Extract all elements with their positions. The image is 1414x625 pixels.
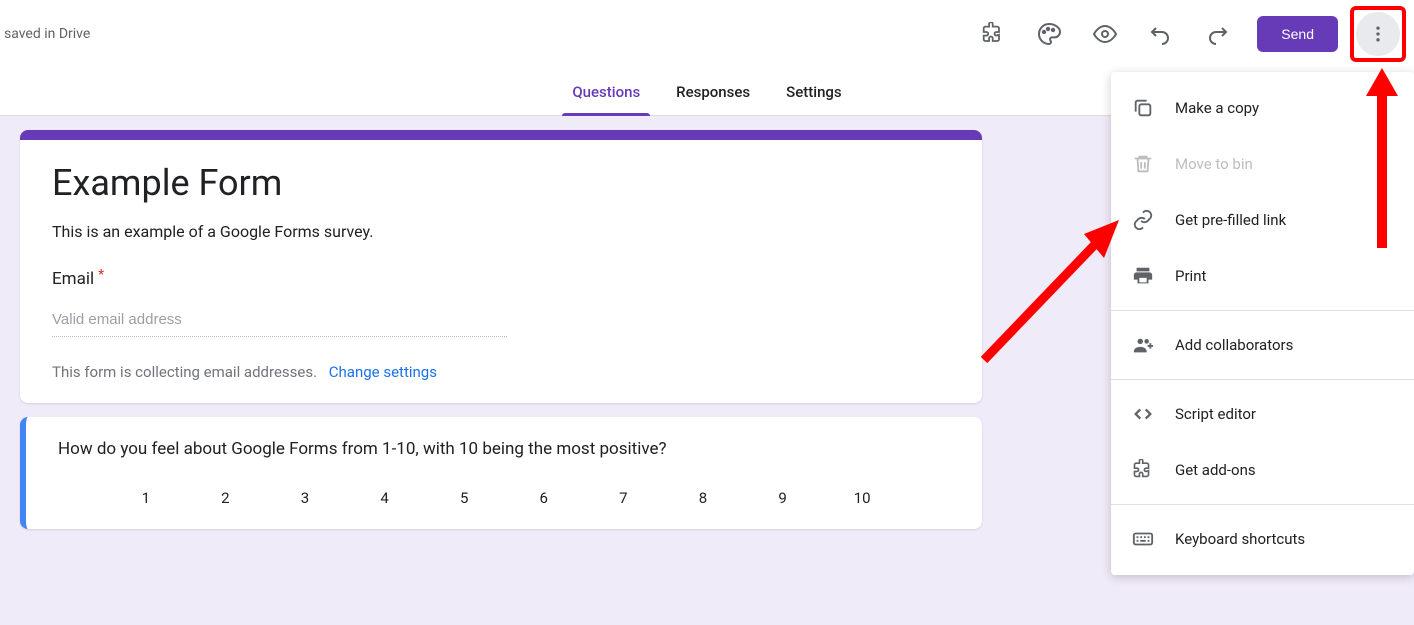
form-description[interactable]: This is an example of a Google Forms sur… <box>52 222 950 241</box>
scale-8[interactable]: 8 <box>683 489 723 507</box>
collect-email-text: This form is collecting email addresses. <box>52 363 317 381</box>
scale-7[interactable]: 7 <box>603 489 643 507</box>
scale-row: 1 2 3 4 5 6 7 8 9 10 <box>58 489 950 507</box>
undo-icon[interactable] <box>1137 10 1185 58</box>
email-input[interactable] <box>52 307 507 337</box>
menu-add-collaborators[interactable]: Add collaborators <box>1111 317 1414 373</box>
app-header: saved in Drive Send <box>0 0 1414 68</box>
menu-print[interactable]: Print <box>1111 248 1414 304</box>
send-button[interactable]: Send <box>1257 16 1338 52</box>
link-icon <box>1131 208 1155 232</box>
menu-label: Move to bin <box>1175 155 1253 173</box>
form-header-card[interactable]: Example Form This is an example of a Goo… <box>20 130 982 403</box>
palette-icon[interactable] <box>1025 10 1073 58</box>
scale-3[interactable]: 3 <box>285 489 325 507</box>
scale-4[interactable]: 4 <box>365 489 405 507</box>
required-indicator: * <box>98 267 104 283</box>
more-button-highlight <box>1350 6 1406 62</box>
menu-label: Make a copy <box>1175 99 1259 117</box>
menu-divider <box>1111 310 1414 311</box>
scale-10[interactable]: 10 <box>842 489 882 507</box>
menu-get-addons[interactable]: Get add-ons <box>1111 442 1414 498</box>
question-text[interactable]: How do you feel about Google Forms from … <box>58 439 950 459</box>
print-icon <box>1131 264 1155 288</box>
annotation-arrow-to-menu <box>974 200 1134 370</box>
header-actions: Send <box>969 6 1406 62</box>
keyboard-icon <box>1131 527 1155 551</box>
menu-divider <box>1111 504 1414 505</box>
menu-label: Keyboard shortcuts <box>1175 530 1305 548</box>
menu-label: Add collaborators <box>1175 336 1293 354</box>
question-card[interactable]: How do you feel about Google Forms from … <box>20 417 982 529</box>
menu-script-editor[interactable]: Script editor <box>1111 386 1414 442</box>
addons-icon[interactable] <box>969 10 1017 58</box>
tab-questions[interactable]: Questions <box>554 68 658 115</box>
scale-1[interactable]: 1 <box>126 489 166 507</box>
trash-icon <box>1131 152 1155 176</box>
menu-label: Get pre-filled link <box>1175 211 1286 229</box>
copy-icon <box>1131 96 1155 120</box>
scale-2[interactable]: 2 <box>205 489 245 507</box>
menu-label: Script editor <box>1175 405 1256 423</box>
email-label-text: Email <box>52 269 94 289</box>
preview-icon[interactable] <box>1081 10 1129 58</box>
menu-keyboard-shortcuts[interactable]: Keyboard shortcuts <box>1111 511 1414 567</box>
script-icon <box>1131 402 1155 426</box>
email-label: Email * <box>52 269 950 289</box>
menu-label: Get add-ons <box>1175 461 1256 479</box>
annotation-arrow-to-button <box>1362 68 1402 248</box>
change-settings-link[interactable]: Change settings <box>329 363 437 381</box>
menu-label: Print <box>1175 267 1206 285</box>
scale-6[interactable]: 6 <box>524 489 564 507</box>
add-collab-icon <box>1131 333 1155 357</box>
scale-5[interactable]: 5 <box>444 489 484 507</box>
tab-responses[interactable]: Responses <box>658 68 768 115</box>
redo-icon[interactable] <box>1193 10 1241 58</box>
more-options-button[interactable] <box>1356 12 1400 56</box>
addon-icon <box>1131 458 1155 482</box>
collect-email-info: This form is collecting email addresses.… <box>52 363 950 381</box>
form-title[interactable]: Example Form <box>52 162 950 204</box>
tab-settings[interactable]: Settings <box>768 68 860 115</box>
scale-9[interactable]: 9 <box>763 489 803 507</box>
menu-divider <box>1111 379 1414 380</box>
save-status: saved in Drive <box>4 26 90 42</box>
